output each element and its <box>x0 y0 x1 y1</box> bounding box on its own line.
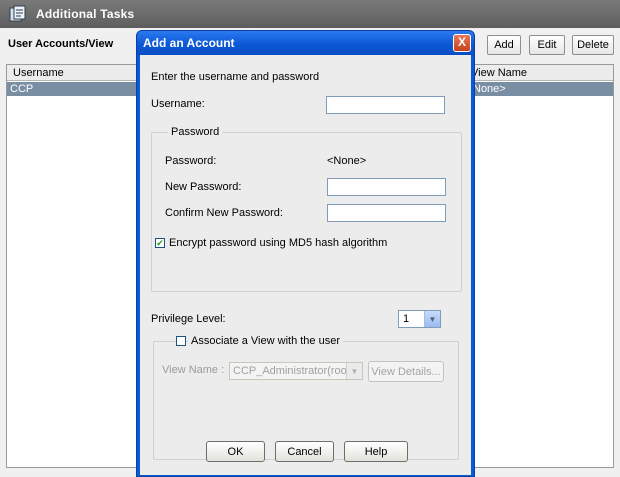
edit-button[interactable]: Edit <box>529 35 565 55</box>
username-input[interactable] <box>326 96 445 114</box>
password-group: Password Password: <None> New Password: … <box>151 126 462 292</box>
privilege-level-select[interactable]: 1 ▼ <box>398 310 441 328</box>
cell-view-name: None> <box>473 83 506 95</box>
column-header-username[interactable]: Username <box>13 67 64 79</box>
confirm-password-label: Confirm New Password: <box>165 207 283 219</box>
app-title: Additional Tasks <box>36 7 135 21</box>
chevron-down-icon: ▼ <box>346 363 362 379</box>
privilege-level-label: Privilege Level: <box>151 313 226 325</box>
ok-button[interactable]: OK <box>206 441 265 462</box>
chevron-down-icon[interactable]: ▼ <box>424 311 440 327</box>
new-password-label: New Password: <box>165 181 242 193</box>
encrypt-label: Encrypt password using MD5 hash algorith… <box>169 237 388 249</box>
password-group-legend: Password <box>168 126 223 138</box>
cancel-button[interactable]: Cancel <box>275 441 334 462</box>
help-button[interactable]: Help <box>344 441 408 462</box>
add-button[interactable]: Add <box>487 35 521 55</box>
section-heading: User Accounts/View <box>8 38 114 50</box>
confirm-password-input[interactable] <box>327 204 446 222</box>
password-label: Password: <box>165 155 217 167</box>
dialog-titlebar[interactable]: Add an Account X <box>137 31 474 55</box>
cell-username: CCP <box>10 83 34 95</box>
app-titlebar: Additional Tasks <box>0 0 620 28</box>
checkmark-icon: ✔ <box>156 238 164 248</box>
column-header-view-name[interactable]: View Name <box>471 67 527 79</box>
dialog-title: Add an Account <box>143 36 235 50</box>
tasks-icon <box>8 4 28 24</box>
encrypt-checkbox[interactable]: ✔ <box>155 238 165 248</box>
associate-view-checkbox[interactable] <box>176 336 186 346</box>
new-password-input[interactable] <box>327 178 446 196</box>
dialog-body: Enter the username and password Username… <box>140 55 471 475</box>
add-account-dialog: Add an Account X Enter the username and … <box>136 30 475 477</box>
view-details-button[interactable]: View Details... <box>368 361 444 382</box>
associate-view-label: Associate a View with the user <box>188 335 343 347</box>
password-value: <None> <box>327 155 367 167</box>
delete-button[interactable]: Delete <box>572 35 614 55</box>
view-name-label: View Name : <box>162 364 225 376</box>
close-icon[interactable]: X <box>453 34 471 52</box>
view-name-select[interactable]: CCP_Administrator(root) ▼ <box>229 362 363 380</box>
instruction-text: Enter the username and password <box>151 71 320 83</box>
username-label: Username: <box>151 98 205 110</box>
